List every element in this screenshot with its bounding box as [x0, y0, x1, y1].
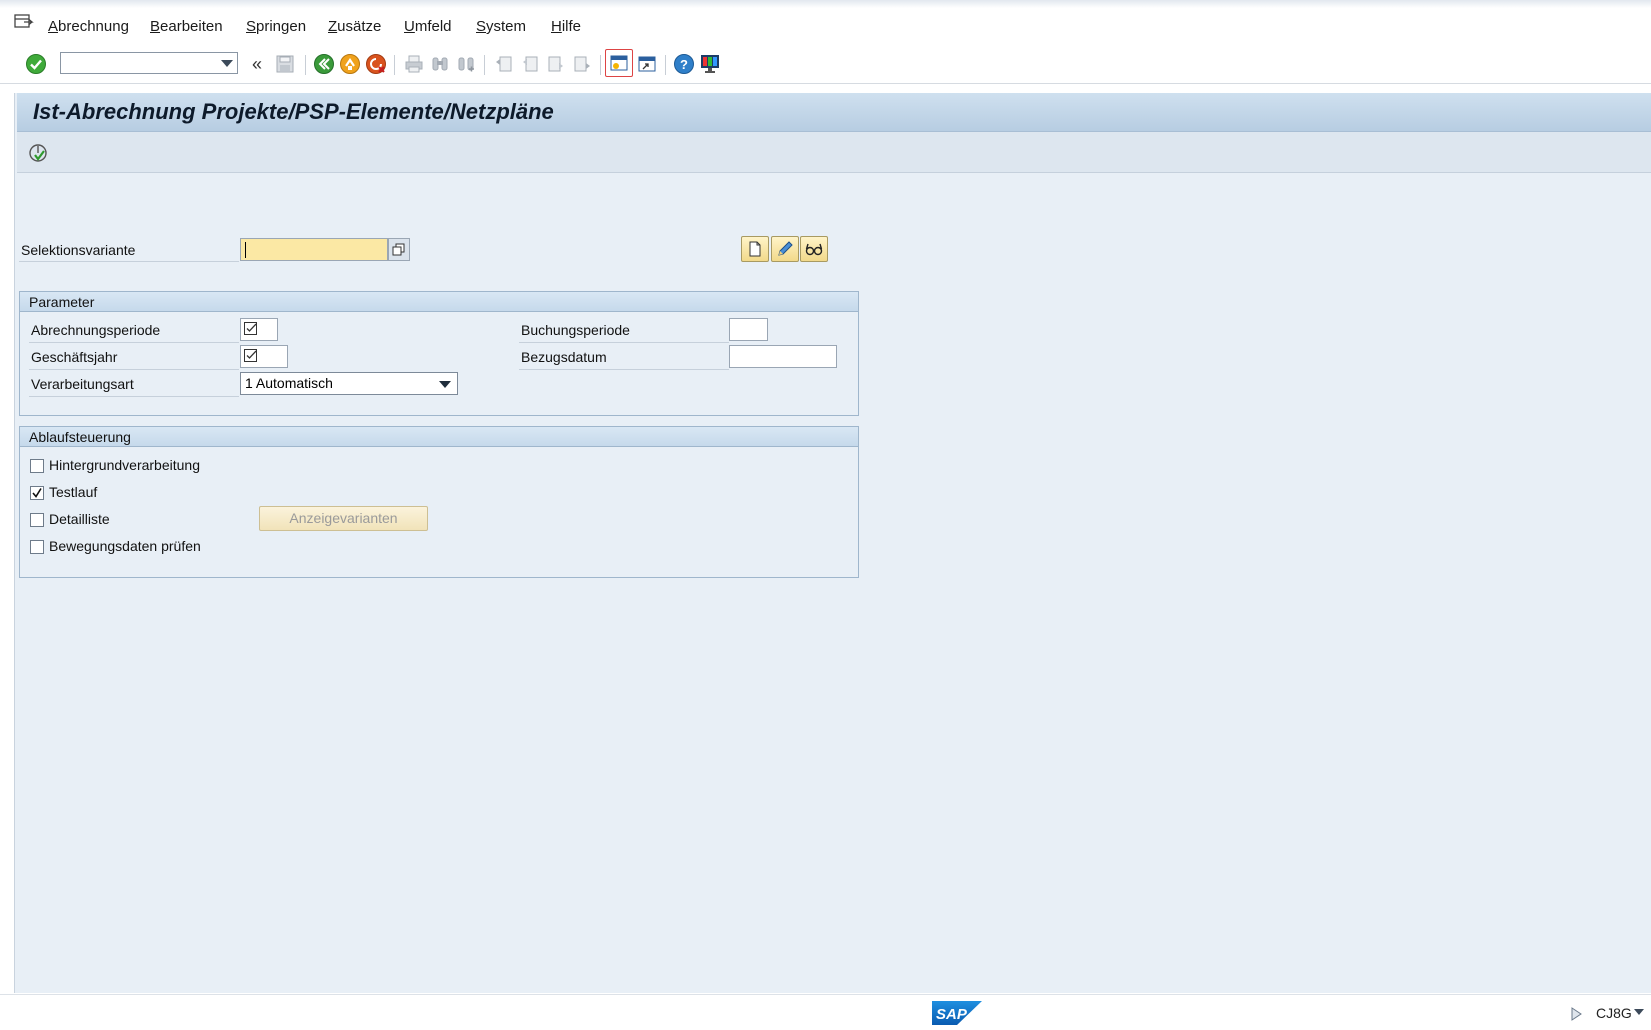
hintergrund-label: Hintergrundverarbeitung: [49, 457, 200, 473]
required-entry-icon: [244, 349, 257, 362]
detailliste-checkbox[interactable]: [30, 513, 44, 527]
glasses-icon: [805, 243, 823, 256]
customize-layout-icon[interactable]: [698, 52, 722, 76]
page-title: Ist-Abrechnung Projekte/PSP-Elemente/Net…: [33, 99, 554, 124]
chevron-down-icon[interactable]: [1634, 1009, 1644, 1015]
first-page-icon[interactable]: [492, 52, 516, 76]
abrechnungsperiode-field[interactable]: [240, 318, 278, 341]
menu-zusaetze[interactable]: Zusätze: [328, 18, 381, 35]
save-icon[interactable]: [273, 52, 297, 76]
exit-icon[interactable]: [338, 52, 362, 76]
variant-input[interactable]: [240, 238, 388, 261]
help-icon[interactable]: ?: [672, 52, 696, 76]
command-field[interactable]: [60, 52, 238, 74]
hintergrund-checkbox[interactable]: [30, 459, 44, 473]
chevron-down-icon[interactable]: [221, 60, 233, 67]
menu-abrechnung[interactable]: Abrechnung: [48, 18, 129, 35]
collapse-command-icon[interactable]: «: [245, 52, 269, 76]
find-icon[interactable]: [428, 52, 452, 76]
bezugsdatum-field[interactable]: [729, 345, 837, 368]
execute-icon[interactable]: [27, 142, 49, 164]
system-id: CJ8G: [1596, 1005, 1632, 1021]
shortcut-icon[interactable]: [635, 52, 659, 76]
back-icon[interactable]: [312, 52, 336, 76]
geschaeftsjahr-label: Geschäftsjahr: [31, 349, 118, 365]
variant-label: Selektionsvariante: [21, 242, 136, 258]
buchungsperiode-label: Buchungsperiode: [521, 322, 630, 338]
abrechnungsperiode-label: Abrechnungsperiode: [31, 322, 161, 338]
menu-system[interactable]: System: [476, 18, 526, 35]
chevron-down-icon[interactable]: [439, 381, 451, 388]
new-session-icon[interactable]: [605, 49, 633, 77]
title-bar: Ist-Abrechnung Projekte/PSP-Elemente/Net…: [17, 93, 1651, 132]
last-page-icon[interactable]: [570, 52, 594, 76]
bewegungsdaten-checkbox[interactable]: [30, 540, 44, 554]
menu-icon[interactable]: [14, 14, 34, 30]
change-variant-button[interactable]: [771, 236, 799, 262]
print-icon[interactable]: [402, 52, 426, 76]
status-bar: SAP CJ8G: [0, 994, 1651, 1030]
menu-umfeld[interactable]: Umfeld: [404, 18, 452, 35]
required-entry-icon: [244, 322, 257, 335]
verarbeitungsart-select[interactable]: 1 Automatisch: [240, 372, 458, 395]
menu-springen[interactable]: Springen: [246, 18, 306, 35]
svg-text:SAP: SAP: [936, 1006, 968, 1023]
play-icon[interactable]: [1570, 1007, 1582, 1021]
buchungsperiode-field[interactable]: [729, 318, 768, 341]
pencil-icon: [778, 241, 793, 256]
find-next-icon[interactable]: [454, 52, 478, 76]
menu-bearbeiten[interactable]: Bearbeiten: [150, 18, 223, 35]
command-input[interactable]: [61, 53, 219, 73]
detailliste-label: Detailliste: [49, 511, 110, 527]
geschaeftsjahr-field[interactable]: [240, 345, 288, 368]
create-variant-button[interactable]: [741, 236, 769, 262]
next-page-icon[interactable]: [544, 52, 568, 76]
prev-page-icon[interactable]: [518, 52, 542, 76]
checkmark-icon: [32, 488, 42, 498]
new-document-icon: [749, 241, 761, 257]
bewegungsdaten-label: Bewegungsdaten prüfen: [49, 538, 201, 554]
ablaufsteuerung-group: Ablaufsteuerung: [19, 426, 859, 578]
enter-icon[interactable]: [24, 52, 48, 76]
application-toolbar: [17, 132, 1651, 173]
copy-icon: [392, 243, 405, 256]
menu-bar: Abrechnung Bearbeiten Springen Zusätze U…: [0, 0, 1651, 47]
testlauf-label: Testlauf: [49, 484, 98, 500]
menu-hilfe[interactable]: Hilfe: [551, 18, 581, 35]
ablaufsteuerung-header: Ablaufsteuerung: [20, 427, 858, 447]
cancel-icon[interactable]: [364, 52, 388, 76]
display-variant-button[interactable]: [800, 236, 828, 262]
variant-value-help[interactable]: [388, 238, 410, 261]
testlauf-checkbox[interactable]: [30, 486, 44, 500]
anzeigevarianten-button[interactable]: Anzeigevarianten: [259, 506, 428, 531]
verarbeitungsart-value: 1 Automatisch: [245, 375, 333, 391]
sap-logo: SAP: [932, 1001, 982, 1025]
verarbeitungsart-label: Verarbeitungsart: [31, 376, 134, 392]
parameter-header: Parameter: [20, 292, 858, 312]
system-toolbar: « ?: [0, 46, 1651, 84]
svg-text:?: ?: [680, 57, 688, 72]
bezugsdatum-label: Bezugsdatum: [521, 349, 607, 365]
